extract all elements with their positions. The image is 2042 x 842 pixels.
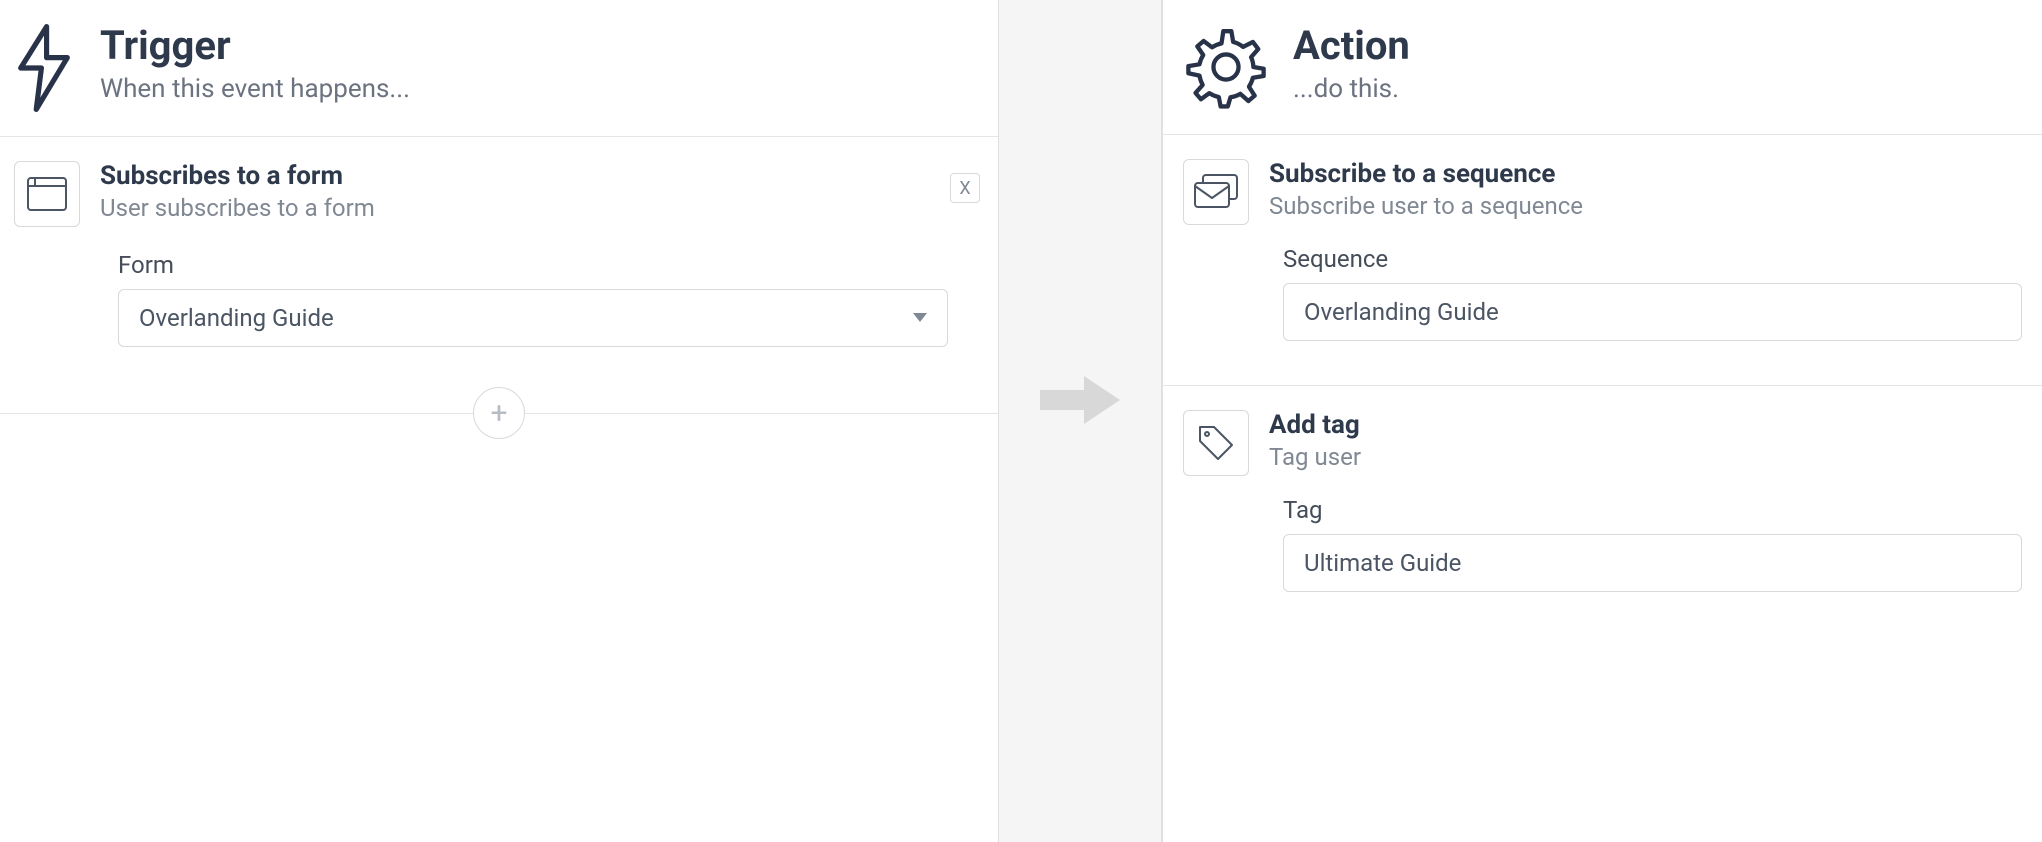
sequence-select-value: Overlanding Guide [1304, 298, 1499, 326]
add-trigger-row: + [0, 387, 998, 439]
trigger-card-title: Subscribes to a form [100, 161, 375, 192]
action-header: Action ...do this. [1163, 0, 2042, 135]
connector-gap [998, 0, 1162, 842]
trigger-title: Trigger [100, 24, 410, 68]
add-trigger-button[interactable]: + [473, 387, 525, 439]
action-title: Action [1293, 24, 1410, 68]
tag-icon [1183, 410, 1249, 476]
action-card-title: Subscribe to a sequence [1269, 159, 1583, 190]
trigger-card: X Subscribes to a form User subscribes t… [0, 137, 998, 387]
action-card-sequence: Subscribe to a sequence Subscribe user t… [1163, 135, 2042, 385]
lightning-icon [12, 24, 76, 112]
trigger-subtitle: When this event happens... [100, 74, 410, 104]
form-field-label: Form [118, 251, 978, 279]
action-card-title: Add tag [1269, 410, 1361, 441]
action-panel: Action ...do this. Subscribe to a sequen… [1162, 0, 2042, 842]
window-icon [14, 161, 80, 227]
action-card-subtitle: Subscribe user to a sequence [1269, 192, 1583, 220]
form-select-value: Overlanding Guide [139, 304, 334, 332]
sequence-select[interactable]: Overlanding Guide [1283, 283, 2022, 341]
arrow-right-icon [1040, 376, 1120, 424]
action-card-subtitle: Tag user [1269, 443, 1361, 471]
chevron-down-icon [913, 313, 927, 323]
action-card-tag: Add tag Tag user Tag Ultimate Guide [1163, 386, 2042, 636]
tag-field-label: Tag [1283, 496, 2022, 524]
form-select[interactable]: Overlanding Guide [118, 289, 948, 347]
trigger-panel: Trigger When this event happens... X Sub… [0, 0, 998, 842]
plus-icon: + [490, 396, 507, 431]
close-button[interactable]: X [950, 173, 980, 203]
sequence-field-label: Sequence [1283, 245, 2022, 273]
trigger-card-subtitle: User subscribes to a form [100, 194, 375, 222]
action-subtitle: ...do this. [1293, 74, 1410, 104]
tag-select-value: Ultimate Guide [1304, 549, 1461, 577]
mail-stack-icon [1183, 159, 1249, 225]
trigger-header: Trigger When this event happens... [0, 0, 998, 137]
tag-select[interactable]: Ultimate Guide [1283, 534, 2022, 592]
gear-icon [1183, 24, 1269, 110]
close-icon-label: X [959, 178, 970, 199]
